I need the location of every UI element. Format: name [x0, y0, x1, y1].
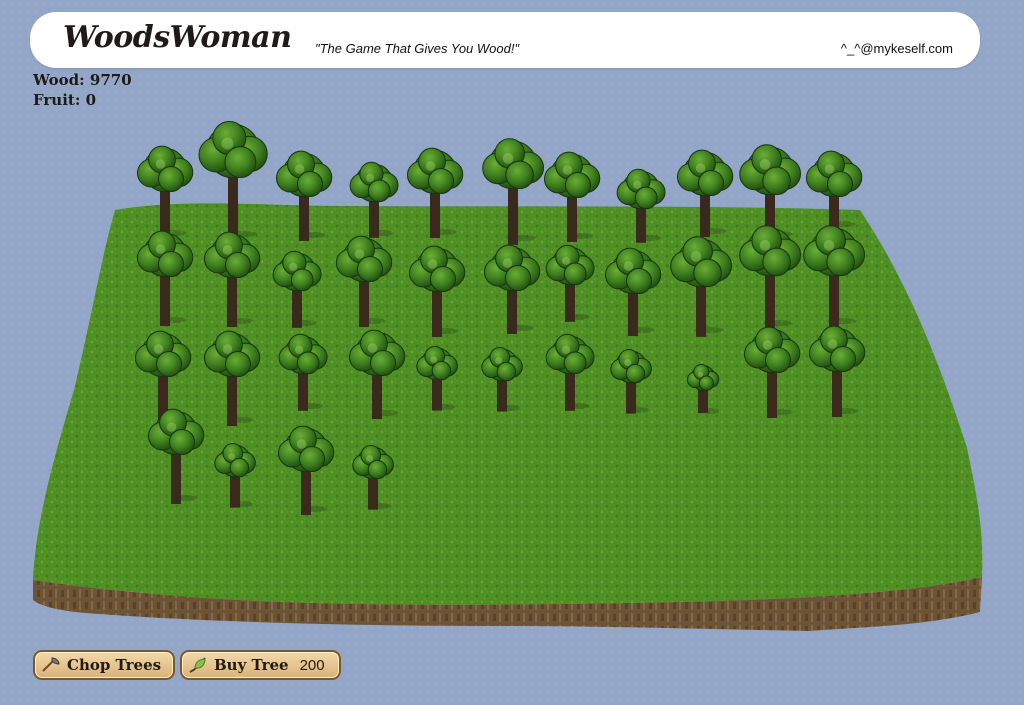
island-dirt-edge — [33, 577, 982, 631]
island-grass[interactable] — [33, 203, 983, 605]
tree[interactable] — [147, 408, 205, 504]
buy-tree-label: Buy Tree — [214, 656, 289, 674]
tree[interactable] — [203, 330, 261, 426]
author-credit[interactable]: ^_^@mykeself.com — [841, 41, 953, 56]
tree[interactable] — [278, 333, 328, 411]
buy-tree-price: 200 — [299, 656, 325, 674]
resource-counters: Wood: 9770 Fruit: 0 — [33, 70, 132, 110]
game-tagline: "The Game That Gives You Wood!" — [315, 41, 520, 56]
tree[interactable] — [739, 225, 802, 330]
tree[interactable] — [543, 151, 601, 242]
wood-counter: Wood: 9770 — [33, 71, 132, 89]
tree[interactable] — [808, 325, 866, 417]
tree[interactable] — [483, 244, 541, 334]
tree[interactable] — [545, 333, 595, 411]
header-bar: WoodsWoman "The Game That Gives You Wood… — [30, 12, 980, 68]
tree[interactable] — [805, 150, 863, 230]
tree[interactable] — [198, 121, 268, 243]
tree[interactable] — [616, 168, 666, 243]
tree[interactable] — [743, 326, 801, 418]
tree[interactable] — [406, 147, 464, 238]
tree[interactable] — [482, 138, 545, 245]
tree[interactable] — [272, 250, 322, 328]
tree[interactable] — [670, 236, 733, 337]
tree[interactable] — [134, 330, 192, 426]
buy-tree-button[interactable]: Buy Tree 200 — [180, 650, 341, 680]
tree[interactable] — [803, 225, 866, 328]
tree-field — [134, 121, 866, 515]
seed-leaf-icon — [187, 656, 209, 674]
tree[interactable] — [686, 363, 720, 414]
tree[interactable] — [277, 425, 335, 515]
tree[interactable] — [136, 145, 194, 239]
tree[interactable] — [349, 161, 399, 238]
fruit-counter: Fruit: 0 — [33, 91, 97, 109]
tree[interactable] — [408, 245, 466, 337]
tree[interactable] — [610, 348, 652, 414]
tree[interactable] — [481, 346, 523, 412]
game-logo: WoodsWoman — [63, 20, 292, 55]
island-canvas — [33, 121, 983, 631]
tree[interactable] — [203, 231, 261, 327]
tree[interactable] — [739, 144, 802, 241]
tree[interactable] — [335, 235, 393, 327]
chop-trees-button[interactable]: Chop Trees — [33, 650, 175, 680]
tree[interactable] — [275, 150, 333, 241]
tree[interactable] — [136, 230, 194, 326]
axe-icon — [40, 656, 62, 674]
tree[interactable] — [348, 329, 406, 419]
tree[interactable] — [676, 149, 734, 237]
chop-trees-label: Chop Trees — [67, 656, 162, 674]
tree[interactable] — [352, 444, 394, 510]
tree[interactable] — [604, 247, 662, 336]
tree[interactable] — [214, 442, 256, 508]
tree[interactable] — [545, 244, 595, 322]
game-stage — [0, 0, 1024, 705]
tree[interactable] — [416, 345, 458, 411]
